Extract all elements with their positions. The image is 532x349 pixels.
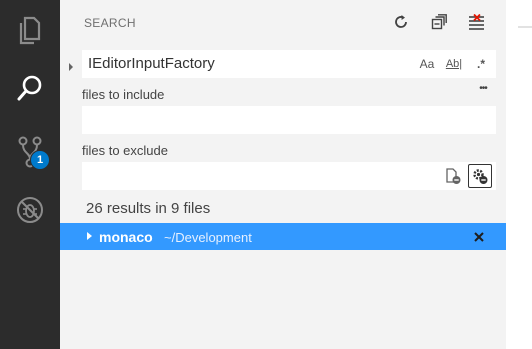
clear-results-icon [469,14,484,30]
whole-word-toggle[interactable]: Ab| [442,54,466,74]
refresh-button[interactable] [390,11,412,33]
editor-tab-divider [518,26,532,28]
chevron-right-icon[interactable] [87,232,92,240]
result-folder-name: monaco [99,229,153,245]
dismiss-result-button[interactable] [470,228,488,246]
search-input[interactable]: IEditorInputFactory Aa Ab| .* [82,50,496,78]
files-to-exclude-label: files to exclude [82,143,168,158]
files-to-include-input[interactable] [82,106,496,134]
source-control-button[interactable] [0,126,60,178]
clear-results-button[interactable] [466,11,488,33]
files-to-exclude-input[interactable] [82,162,496,190]
match-case-toggle[interactable]: Aa [417,54,437,74]
explorer-button[interactable] [0,4,60,56]
search-sidebar: SEARCH IEditorInputFactory Aa Ab| .* •••… [60,0,506,349]
files-icon [19,16,41,45]
use-exclude-settings-button[interactable] [441,164,465,188]
result-folder-path: ~/Development [164,230,252,245]
editor-area [506,0,532,349]
search-query: IEditorInputFactory [88,55,215,72]
search-view-button[interactable] [0,62,60,114]
sidebar-title: SEARCH [84,16,136,30]
debug-button[interactable] [0,184,60,236]
chevron-right-icon [69,63,73,71]
results-summary: 26 results in 9 files [86,200,211,217]
close-icon [474,232,484,242]
use-ignore-files-icon [473,169,488,184]
toggle-search-details-button[interactable]: ••• [470,80,496,96]
toggle-replace-button[interactable] [66,59,76,71]
collapse-all-button[interactable] [428,11,450,33]
more-icon: ••• [479,82,487,94]
use-ignore-files-button[interactable] [468,164,492,188]
debug-icon [17,197,43,223]
collapse-all-icon [431,14,447,30]
files-to-include-label: files to include [82,87,165,102]
source-control-badge: 1 [30,150,50,170]
activity-bar: 1 [0,0,60,349]
refresh-icon [395,15,407,28]
regex-toggle[interactable]: .* [471,54,491,74]
result-folder-row[interactable]: monaco ~/Development [60,223,506,250]
exclude-settings-icon [446,168,461,184]
search-icon [17,75,42,101]
